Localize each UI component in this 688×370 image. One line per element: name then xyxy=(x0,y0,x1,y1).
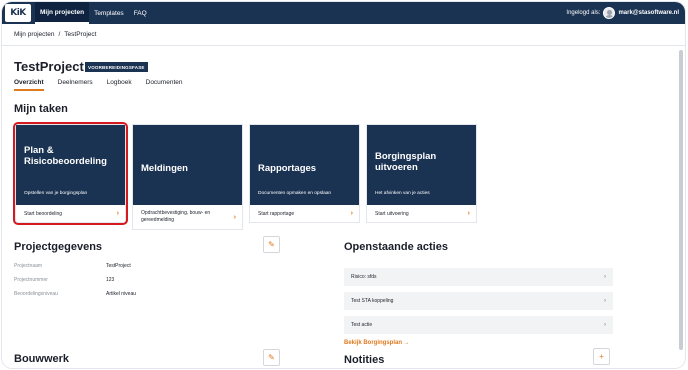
field-beoordelingsniveau: Beoordelingsniveau xyxy=(14,291,58,297)
chevron-right-icon: › xyxy=(350,210,353,217)
field-beoordelingsniveau-value: Artikel niveau xyxy=(106,291,136,297)
task-card-title: Borgingsplan uitvoeren xyxy=(375,151,437,173)
task-card-header: Meldingen xyxy=(133,125,242,205)
tab-logboek[interactable]: Logboek xyxy=(107,79,132,91)
chevron-right-icon: › xyxy=(604,298,606,304)
action-item[interactable]: Risico: sfds › xyxy=(344,268,613,286)
field-value: 123 xyxy=(106,277,115,283)
nav-faq[interactable]: FAQ xyxy=(129,2,152,24)
task-card-action[interactable]: Opdrachtbevestiging, bouw- en gereedmeld… xyxy=(133,205,242,229)
task-card-subtitle: Documenten opmaken en opslaan xyxy=(258,191,332,196)
open-actions-heading: Openstaande acties xyxy=(344,241,448,253)
chevron-right-icon: › xyxy=(467,210,470,217)
breadcrumb-separator: / xyxy=(58,31,61,38)
breadcrumb: Mijn projecten / TestProject xyxy=(14,31,96,38)
task-card-borgingsplan[interactable]: Borgingsplan uitvoeren Het afvinken van … xyxy=(366,124,477,223)
tab-overzicht[interactable]: Overzicht xyxy=(14,79,44,91)
field-value: Artikel niveau xyxy=(106,291,137,297)
chevron-right-icon: › xyxy=(233,213,236,221)
task-card-action[interactable]: Start rapportage › xyxy=(250,205,359,222)
plus-icon: + xyxy=(599,352,604,361)
task-card-rapportages[interactable]: Rapportages Documenten opmaken en opslaa… xyxy=(249,124,360,223)
nav-mijn-projecten[interactable]: Mijn projecten xyxy=(35,2,90,24)
task-card-subtitle: Het afvinken van je acties xyxy=(375,191,430,196)
divider xyxy=(2,45,685,46)
tab-deelnemers[interactable]: Deelnemers xyxy=(58,79,93,91)
task-card-action[interactable]: Start beoordeling › xyxy=(16,205,125,222)
project-data-heading: Projectgegevens xyxy=(14,241,103,253)
bouwwerk-heading: Bouwwerk xyxy=(14,353,70,365)
top-navigation: KiK Mijn projecten Templates FAQ Ingelog… xyxy=(2,2,685,24)
avatar[interactable] xyxy=(603,7,616,19)
task-card-header: Borgingsplan uitvoeren Het afvinken van … xyxy=(367,125,476,205)
field-label: Projectnaam xyxy=(14,263,43,269)
action-item-label: Test STA koppeling xyxy=(351,298,394,304)
field-projectnummer: Projectnummer xyxy=(14,277,48,283)
task-card-action-label: Start rapportage xyxy=(258,210,295,217)
tab-documenten[interactable]: Documenten xyxy=(146,79,183,91)
field-label: Beoordelingsniveau xyxy=(14,291,58,297)
field-projectnaam-value: TestProject xyxy=(106,263,131,269)
user-menu[interactable]: Ingelogd als: mark@stasoftware.nl xyxy=(566,2,685,24)
task-card-plan[interactable]: Plan & Risicobeoordeling Opstellen van j… xyxy=(13,122,128,225)
view-borgingsplan-link[interactable]: Bekijk Borgingsplan → xyxy=(344,340,410,346)
task-card-action-label: Start uitvoering xyxy=(375,210,409,217)
edit-project-button[interactable]: ✎ xyxy=(263,236,280,253)
chevron-right-icon: › xyxy=(604,322,606,328)
task-card-action[interactable]: Start uitvoering › xyxy=(367,205,476,222)
breadcrumb-item-projects[interactable]: Mijn projecten xyxy=(14,31,54,38)
task-card-title: Plan & Risicobeoordeling xyxy=(24,145,107,167)
task-card-title: Rapportages xyxy=(258,163,317,174)
task-card-subtitle: Opstellen van je borgingsplan xyxy=(24,191,88,196)
action-item-label: Risico: sfds xyxy=(351,274,377,280)
chevron-right-icon: › xyxy=(604,274,606,280)
action-item[interactable]: Test actie › xyxy=(344,316,613,334)
task-card-action-label: Opdrachtbevestiging, bouw- en gereedmeld… xyxy=(141,210,211,223)
scrollbar[interactable] xyxy=(679,50,683,350)
breadcrumb-item-current: TestProject xyxy=(64,31,97,38)
task-card-action-label: Start beoordeling xyxy=(24,210,63,217)
task-card-title: Meldingen xyxy=(141,163,188,174)
pencil-icon: ✎ xyxy=(268,353,275,362)
page-title: TestProject xyxy=(14,59,84,74)
action-item[interactable]: Test STA koppeling › xyxy=(344,292,613,310)
add-note-button[interactable]: + xyxy=(593,348,610,365)
logged-in-label: Ingelogd als: xyxy=(566,10,601,16)
tab-bar: Overzicht Deelnemers Logboek Documenten xyxy=(14,79,182,91)
logo[interactable]: KiK xyxy=(5,4,31,22)
phase-badge: VOORBEREIDINGSFASE xyxy=(85,62,148,72)
edit-bouwwerk-button[interactable]: ✎ xyxy=(263,349,280,366)
field-projectnaam: Projectnaam xyxy=(14,263,42,269)
task-card-header: Plan & Risicobeoordeling Opstellen van j… xyxy=(16,125,125,205)
field-projectnummer-value: 123 xyxy=(106,277,114,283)
app-window: KiK Mijn projecten Templates FAQ Ingelog… xyxy=(2,2,685,368)
field-label: Projectnummer xyxy=(14,277,48,283)
chevron-right-icon: › xyxy=(116,210,119,217)
user-email[interactable]: mark@stasoftware.nl xyxy=(618,10,679,16)
field-value: TestProject xyxy=(106,263,131,269)
task-card-meldingen[interactable]: Meldingen Opdrachtbevestiging, bouw- en … xyxy=(132,124,243,230)
nav-templates[interactable]: Templates xyxy=(89,2,129,24)
action-item-label: Test actie xyxy=(351,322,373,328)
pencil-icon: ✎ xyxy=(268,240,275,249)
tasks-heading: Mijn taken xyxy=(14,103,68,115)
notities-heading: Notities xyxy=(344,354,385,366)
task-card-header: Rapportages Documenten opmaken en opslaa… xyxy=(250,125,359,205)
